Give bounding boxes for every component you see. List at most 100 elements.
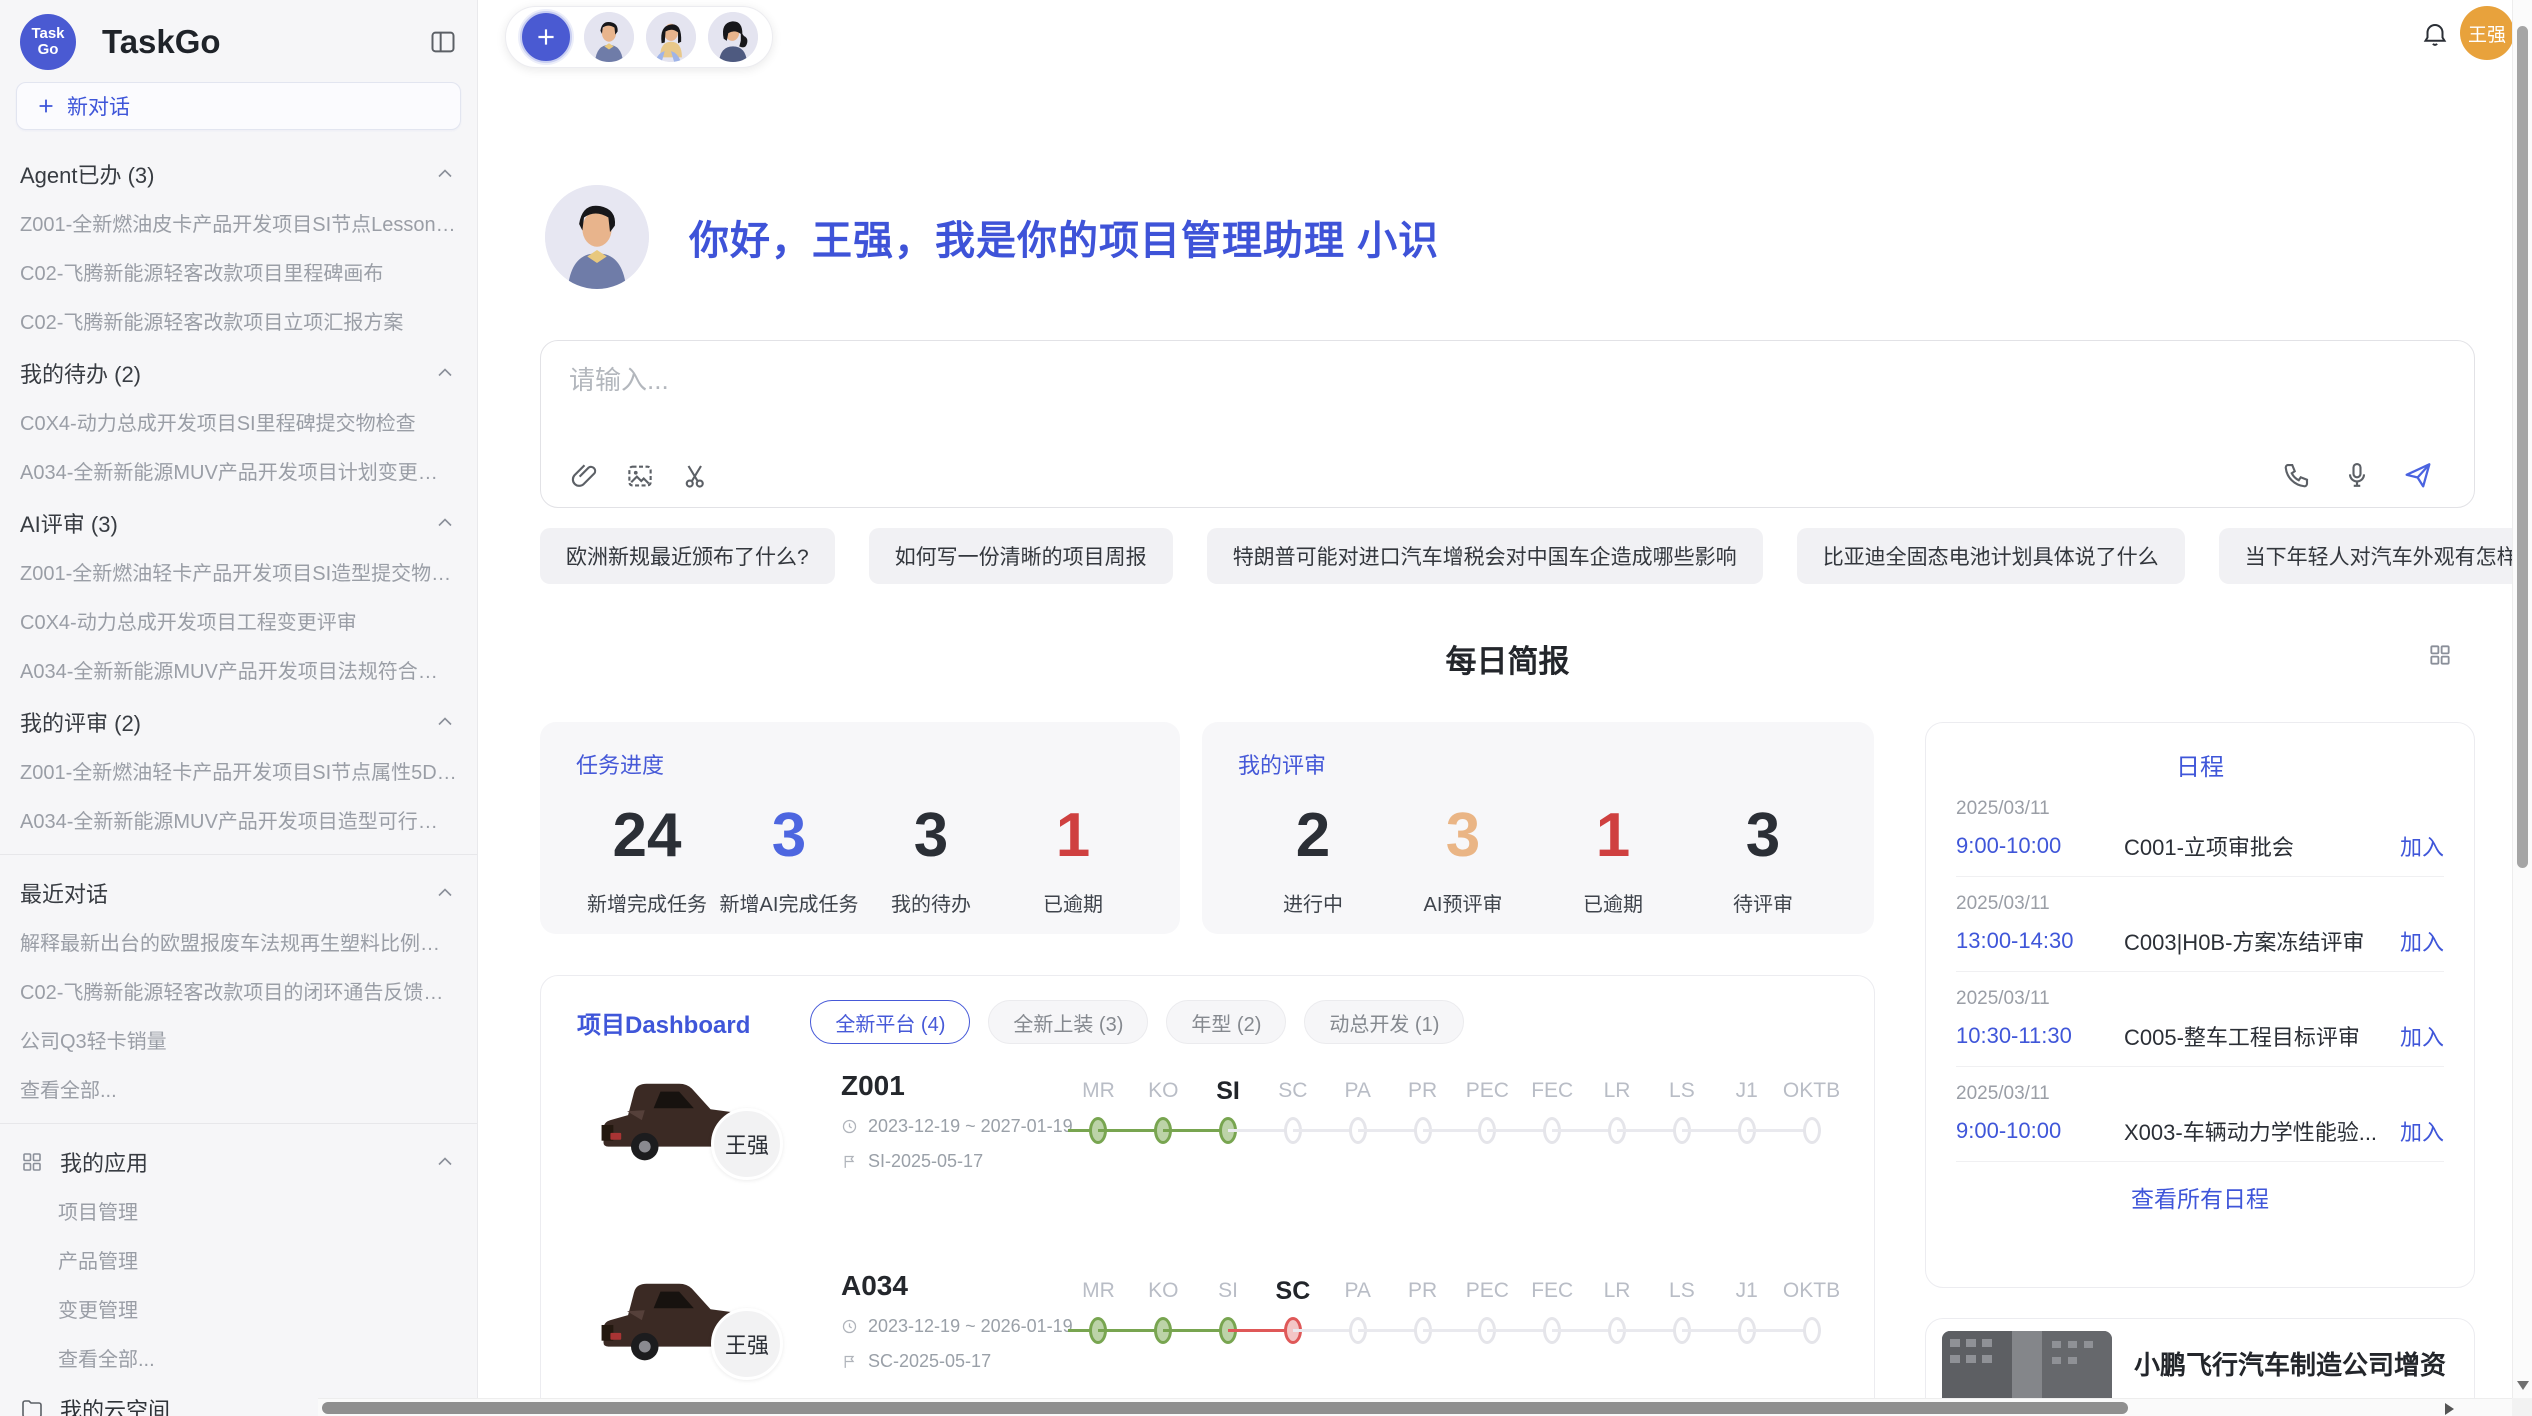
date-range-text: 2023-12-19 ~ 2026-01-19 <box>868 1316 1073 1337</box>
chevron-up-icon <box>433 881 457 905</box>
logo-line1: Task <box>31 26 64 42</box>
greeting-text: 你好，王强，我是你的项目管理助理 小识 <box>689 208 1439 266</box>
new-chat-button[interactable]: 新对话 <box>16 82 461 130</box>
stat: 3新增AI完成任务 <box>718 790 860 917</box>
stat-label: 已逾期 <box>1002 888 1144 917</box>
sidebar-task-item[interactable]: Z001-全新燃油轻卡产品开发项目SI节点属性5D文件评审 <box>0 746 477 795</box>
milestone-label: LS <box>1649 1274 1714 1308</box>
milestone-label: PA <box>1325 1074 1390 1108</box>
stat-label: 已逾期 <box>1538 888 1688 917</box>
project-code[interactable]: A034 <box>841 1270 1076 1302</box>
chat-input[interactable] <box>569 365 2446 396</box>
section-title: 我的评审 (2) <box>20 706 141 738</box>
suggestion-chip[interactable]: 当下年轻人对汽车外观有怎样的喜好趋势 <box>2219 528 2532 584</box>
sidebar-task-item[interactable]: A034-全新新能源MUV产品开发项目计划变更表编写 <box>0 446 477 495</box>
collapse-panel-icon[interactable] <box>429 28 457 56</box>
sidebar-task-item[interactable]: C0X4-动力总成开发项目SI里程碑提交物检查 <box>0 397 477 446</box>
sidebar-section-header-1[interactable]: 我的待办 (2) <box>0 345 477 397</box>
sidebar-section-header-0[interactable]: Agent已办 (3) <box>0 146 477 198</box>
view-all-apps-link[interactable]: 查看全部... <box>0 1333 477 1382</box>
join-meeting-link[interactable]: 加入 <box>2400 1020 2444 1052</box>
vertical-scrollbar[interactable] <box>2512 0 2532 1398</box>
user-avatar[interactable]: 王强 <box>2460 6 2514 60</box>
milestone-label: LS <box>1649 1074 1714 1108</box>
vertical-scrollbar-thumb[interactable] <box>2517 26 2528 868</box>
flag-icon <box>841 1353 858 1370</box>
sidebar-task-item[interactable]: C02-飞腾新能源轻客改款项目立项汇报方案 <box>0 296 477 345</box>
divider <box>0 1123 477 1124</box>
dashboard-tab[interactable]: 动总开发 (1) <box>1304 1000 1464 1044</box>
scroll-right-arrow-icon[interactable] <box>2445 1403 2454 1415</box>
scissors-icon[interactable] <box>681 461 711 491</box>
apps-grid-icon <box>20 1150 44 1174</box>
voice-call-icon[interactable] <box>2282 460 2312 490</box>
schedule-item: 2025/03/119:00-10:00C001-立项审批会加入 <box>1926 782 2474 876</box>
chevron-up-icon <box>433 710 457 734</box>
suggestion-chip[interactable]: 欧洲新规最近颁布了什么? <box>540 528 835 584</box>
sidebar-recent-item[interactable]: C02-飞腾新能源轻客改款项目的闭环通告反馈情况 <box>0 966 477 1015</box>
sidebar-section-header-apps[interactable]: 我的应用 <box>0 1134 477 1186</box>
sidebar-task-item[interactable]: Z001-全新燃油轻卡产品开发项目SI造型提交物评审 <box>0 547 477 596</box>
add-agent-button[interactable] <box>520 11 572 63</box>
stat-label: AI预评审 <box>1388 888 1538 917</box>
milestone-label: KO <box>1131 1274 1196 1308</box>
sidebar-item-label: 我的云空间 <box>60 1393 170 1416</box>
suggestion-chip[interactable]: 如何写一份清晰的项目周报 <box>869 528 1173 584</box>
sidebar-app-item[interactable]: 项目管理 <box>0 1186 477 1235</box>
stat-value: 3 <box>860 790 1002 882</box>
sidebar-section-header-2[interactable]: AI评审 (3) <box>0 495 477 547</box>
milestone-dot-pending <box>1803 1117 1821 1144</box>
suggestion-chip[interactable]: 比亚迪全固态电池计划具体说了什么 <box>1797 528 2185 584</box>
sidebar-section-header-3[interactable]: 我的评审 (2) <box>0 694 477 746</box>
suggestion-chip[interactable]: 特朗普可能对进口汽车增税会对中国车企造成哪些影响 <box>1207 528 1763 584</box>
dashboard-tab[interactable]: 全新上装 (3) <box>988 1000 1148 1044</box>
sidebar-section-header-recent[interactable]: 最近对话 <box>0 865 477 917</box>
agent-avatar[interactable] <box>646 12 696 62</box>
agent-avatar[interactable] <box>584 12 634 62</box>
sidebar-app-item[interactable]: 产品管理 <box>0 1235 477 1284</box>
notification-bell-icon[interactable] <box>2420 20 2450 50</box>
schedule-title: 日程 <box>1926 747 2474 782</box>
schedule-time: 10:30-11:30 <box>1956 1023 2124 1049</box>
join-meeting-link[interactable]: 加入 <box>2400 925 2444 957</box>
horizontal-scrollbar-thumb[interactable] <box>322 1402 2128 1414</box>
briefing-title: 每日简报 <box>1446 636 1570 681</box>
view-all-schedule-link[interactable]: 查看所有日程 <box>1926 1180 2474 1214</box>
image-icon[interactable] <box>625 461 655 491</box>
milestone-label: PR <box>1390 1274 1455 1308</box>
view-all-conversations-link[interactable]: 查看全部... <box>0 1064 477 1113</box>
sidebar-recent-item[interactable]: 解释最新出台的欧盟报废车法规再生塑料比例被调至15%... <box>0 917 477 966</box>
milestone-label-current: SI <box>1196 1074 1261 1108</box>
layout-grid-icon[interactable] <box>2427 642 2453 668</box>
stat-card-title: 任务进度 <box>576 748 1144 780</box>
chevron-up-icon <box>433 511 457 535</box>
sidebar-task-item[interactable]: C0X4-动力总成开发项目工程变更评审 <box>0 596 477 645</box>
sidebar-task-item[interactable]: A034-全新新能源MUV产品开发项目造型可行性评审 <box>0 795 477 844</box>
sidebar-recent-item[interactable]: 公司Q3轻卡销量 <box>0 1015 477 1064</box>
join-meeting-link[interactable]: 加入 <box>2400 1115 2444 1147</box>
stat-label: 进行中 <box>1238 888 1388 917</box>
dashboard-tab[interactable]: 全新平台 (4) <box>810 1000 970 1044</box>
schedule-event-name: C005-整车工程目标评审 <box>2124 1020 2386 1052</box>
scroll-down-arrow-icon[interactable] <box>2517 1381 2529 1390</box>
sidebar-task-item[interactable]: C02-飞腾新能源轻客改款项目里程碑画布 <box>0 247 477 296</box>
chevron-up-icon <box>433 1150 457 1174</box>
taskgo-app: Task Go TaskGo 新对话 Agent已办 (3)Z001-全新燃油皮… <box>0 0 2532 1416</box>
sidebar-app-item[interactable]: 变更管理 <box>0 1284 477 1333</box>
schedule-time: 13:00-14:30 <box>1956 928 2124 954</box>
sidebar-task-item[interactable]: Z001-全新燃油皮卡产品开发项目SI节点Lesson Learn报告 <box>0 198 477 247</box>
milestone-dot-pending <box>1803 1317 1821 1344</box>
section-title: Agent已办 (3) <box>20 158 155 190</box>
section-title: 我的待办 (2) <box>20 357 141 389</box>
join-meeting-link[interactable]: 加入 <box>2400 830 2444 862</box>
schedule-date: 2025/03/11 <box>1956 798 2444 820</box>
project-code[interactable]: Z001 <box>841 1070 1076 1102</box>
agent-avatar[interactable] <box>708 12 758 62</box>
sidebar-task-item[interactable]: A034-全新新能源MUV产品开发项目法规符合性评审 <box>0 645 477 694</box>
microphone-icon[interactable] <box>2342 460 2372 490</box>
dashboard-tab[interactable]: 年型 (2) <box>1166 1000 1286 1044</box>
attachment-icon[interactable] <box>569 461 599 491</box>
project-row-a034: 王强A0342023-12-19 ~ 2026-01-19SC-2025-05-… <box>561 1268 1854 1416</box>
send-icon[interactable] <box>2402 459 2434 491</box>
horizontal-scrollbar[interactable] <box>318 1398 2512 1416</box>
